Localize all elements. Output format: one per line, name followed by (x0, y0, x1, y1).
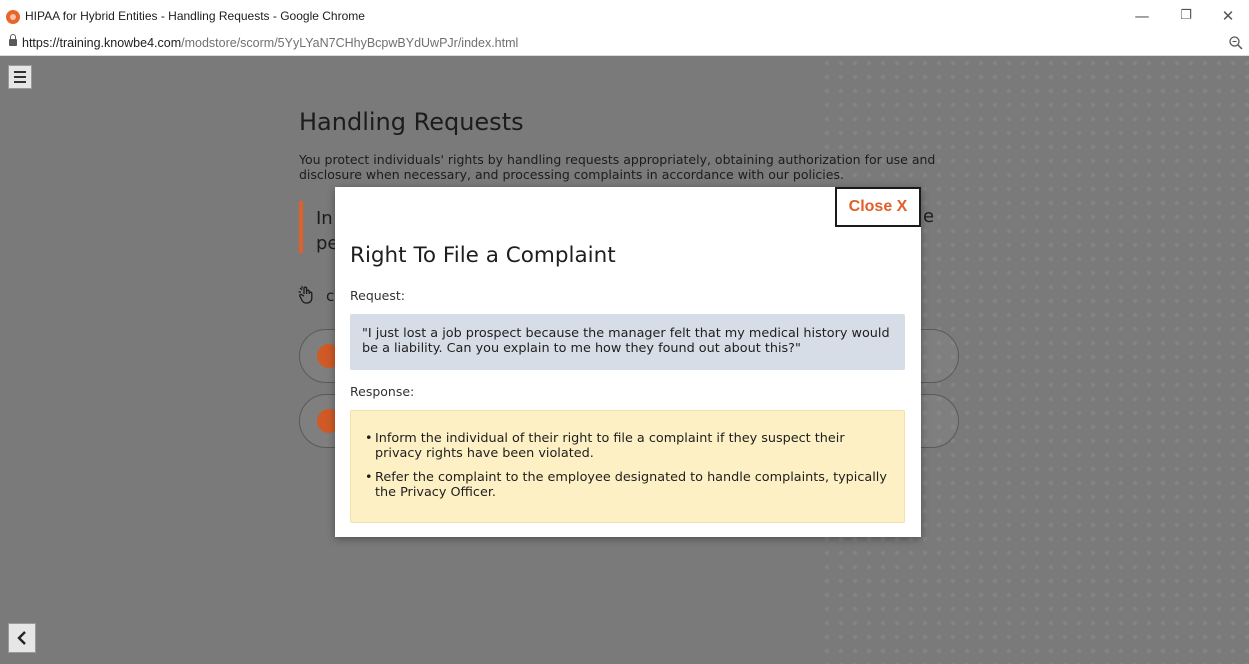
close-modal-button[interactable]: Close X (835, 187, 921, 227)
url-path: /modstore/scorm/5YyLYaN7CHhyBcpwBYdUwPJr… (181, 36, 519, 50)
url-text[interactable]: https://training.knowbe4.com/modstore/sc… (22, 36, 518, 50)
browser-tab-icon (6, 10, 20, 24)
address-bar[interactable]: https://training.knowbe4.com/modstore/sc… (0, 32, 1249, 56)
callout-tail: e (923, 206, 935, 227)
response-item: Inform the individual of their right to … (365, 431, 892, 461)
page-description: You protect individuals' rights by handl… (299, 152, 936, 182)
response-box: Inform the individual of their right to … (350, 410, 905, 523)
zoom-icon[interactable] (1228, 35, 1244, 51)
window-title: HIPAA for Hybrid Entities - Handling Req… (25, 9, 365, 23)
page-title: Handling Requests (299, 108, 524, 136)
click-hand-icon (297, 285, 317, 310)
instruction-partial-text: c (326, 287, 335, 305)
hamburger-menu-icon[interactable] (8, 65, 32, 89)
complaint-modal: Close X Right To File a Complaint Reques… (335, 187, 921, 537)
close-window-button[interactable]: ✕ (1208, 4, 1248, 28)
response-list: Inform the individual of their right to … (365, 431, 892, 500)
url-host: https://training.knowbe4.com (22, 36, 182, 50)
request-label: Request: (350, 288, 405, 303)
maximize-button[interactable]: ❐ (1166, 4, 1206, 28)
modal-title: Right To File a Complaint (350, 243, 616, 268)
response-item: Refer the complaint to the employee desi… (365, 470, 892, 500)
minimize-button[interactable]: — (1122, 4, 1162, 28)
back-button[interactable] (8, 623, 36, 653)
window-titlebar: HIPAA for Hybrid Entities - Handling Req… (0, 0, 1249, 32)
request-text: "I just lost a job prospect because the … (362, 326, 890, 356)
lock-icon[interactable] (9, 34, 17, 46)
response-label: Response: (350, 384, 415, 399)
request-box: "I just lost a job prospect because the … (350, 314, 905, 370)
chevron-left-icon (17, 631, 26, 645)
